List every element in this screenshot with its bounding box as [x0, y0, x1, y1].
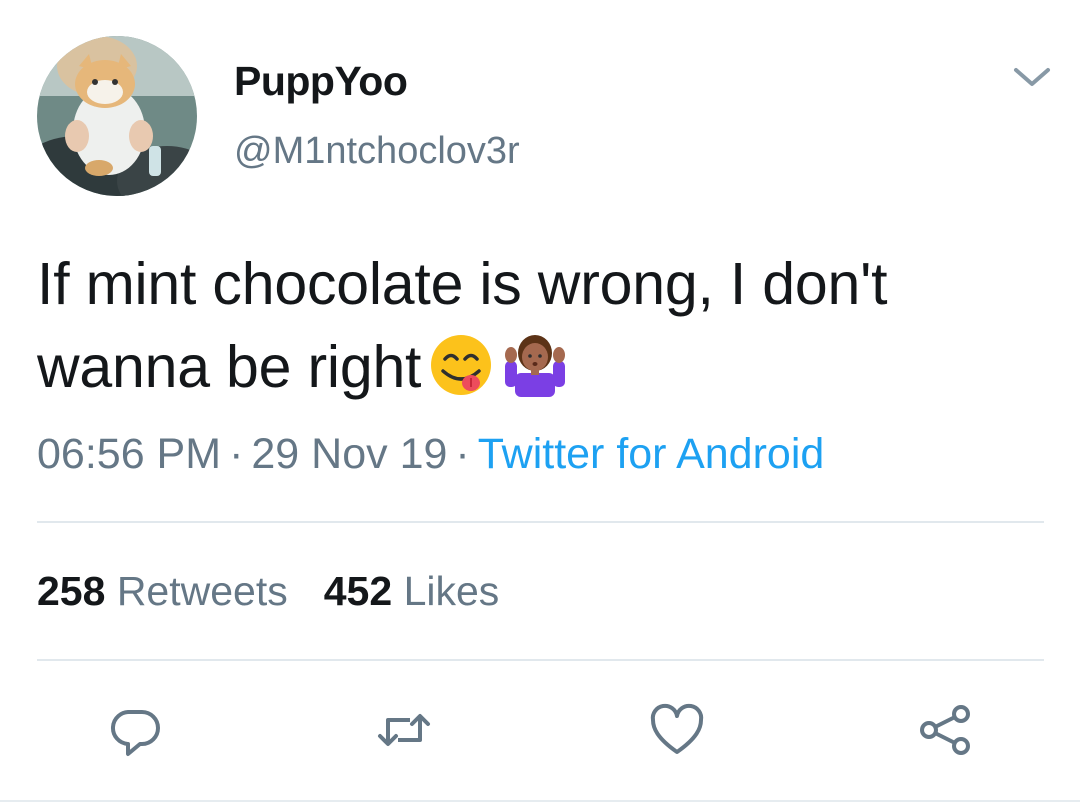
person-shrugging-emoji [505, 335, 566, 398]
like-button[interactable] [637, 690, 717, 770]
share-icon [920, 705, 970, 755]
meta-separator: · [229, 430, 244, 478]
tweet-meta: 06:56 PM · 29 Nov 19 · Twitter for Android [37, 430, 824, 479]
chevron-down-icon [1014, 68, 1050, 86]
reply-button[interactable] [96, 690, 176, 770]
user-handle[interactable]: @M1ntchoclov3r [234, 130, 520, 173]
likes-stat[interactable]: 452 Likes [324, 568, 500, 614]
meta-separator: · [455, 430, 470, 478]
tweet-source-link[interactable]: Twitter for Android [478, 430, 825, 478]
tweet-action-bar [0, 690, 1080, 770]
tweet-detail: PuppYoo @M1ntchoclov3r If mint chocolate… [0, 0, 1080, 809]
avatar-image [37, 36, 197, 196]
heart-icon [650, 703, 704, 754]
retweet-button[interactable] [364, 690, 444, 770]
retweets-label: Retweets [116, 568, 288, 614]
tweet-date: 29 Nov 19 [251, 430, 448, 478]
likes-count: 452 [323, 568, 393, 614]
tweet-menu-button[interactable] [1010, 60, 1054, 96]
tweet-stats: 258 Retweets 452 Likes [37, 568, 499, 615]
retweet-icon [378, 714, 430, 746]
retweets-count: 258 [37, 568, 106, 614]
display-name[interactable]: PuppYoo [234, 58, 408, 105]
face-savoring-food-emoji [431, 335, 492, 396]
reply-icon [111, 709, 160, 756]
avatar[interactable] [37, 36, 197, 196]
likes-label: Likes [403, 568, 500, 614]
tweet-text: If mint chocolate is wrong, I don't wann… [37, 243, 1047, 409]
divider [37, 521, 1044, 523]
divider [37, 659, 1044, 661]
bottom-divider [0, 800, 1080, 802]
tweet-time: 06:56 PM [37, 430, 222, 478]
retweets-stat[interactable]: 258 Retweets [37, 568, 288, 614]
share-button[interactable] [905, 690, 985, 770]
